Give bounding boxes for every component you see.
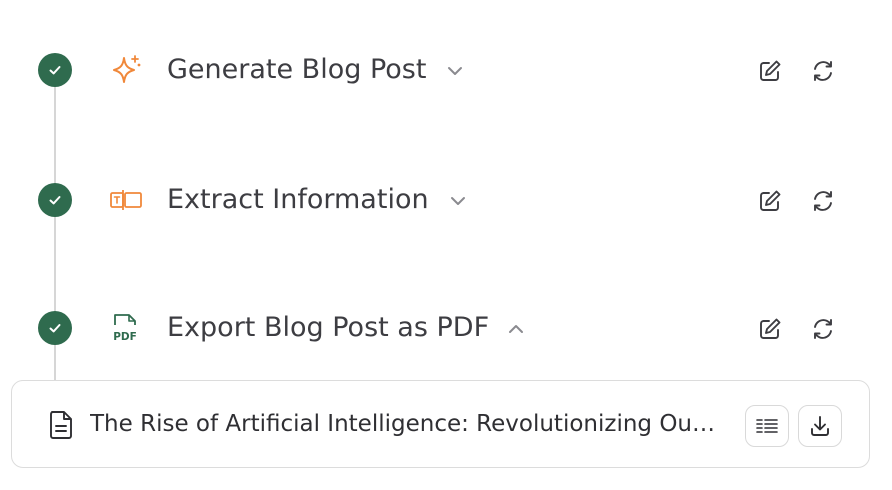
output-file-card[interactable]: The Rise of Artificial Intelligence: Rev… xyxy=(11,380,870,468)
download-button[interactable] xyxy=(798,405,842,447)
text-extract-icon xyxy=(108,183,144,219)
workflow-steps: Generate Blog Post Extract Information P… xyxy=(0,0,892,490)
edit-icon xyxy=(760,60,781,81)
step-title: Export Blog Post as PDF xyxy=(167,312,490,343)
step-complete-check-icon xyxy=(38,311,72,345)
preview-button[interactable] xyxy=(745,405,789,447)
document-icon xyxy=(46,409,76,441)
chevron-up-icon[interactable] xyxy=(505,318,527,340)
chevron-down-icon[interactable] xyxy=(447,190,469,212)
pdf-file-icon: PDF xyxy=(108,311,144,347)
pdf-icon-label: PDF xyxy=(113,331,137,343)
step-complete-check-icon xyxy=(38,183,72,217)
step-generate-blog-post: Generate Blog Post xyxy=(0,40,892,100)
regenerate-button[interactable] xyxy=(808,56,838,86)
refresh-icon xyxy=(814,191,832,211)
refresh-icon xyxy=(814,61,832,81)
step-complete-check-icon xyxy=(38,53,72,87)
edit-button[interactable] xyxy=(755,186,785,216)
step-title: Extract Information xyxy=(167,184,429,215)
step-export-blog-post-pdf: PDF Export Blog Post as PDF xyxy=(0,298,892,358)
refresh-icon xyxy=(814,319,832,339)
step-title: Generate Blog Post xyxy=(167,54,427,85)
chevron-down-icon[interactable] xyxy=(444,60,466,82)
edit-button[interactable] xyxy=(755,314,785,344)
edit-button[interactable] xyxy=(755,56,785,86)
regenerate-button[interactable] xyxy=(808,314,838,344)
edit-icon xyxy=(760,190,781,211)
regenerate-button[interactable] xyxy=(808,186,838,216)
download-icon xyxy=(811,416,829,436)
sparkle-icon xyxy=(108,53,144,89)
step-extract-information: Extract Information xyxy=(0,170,892,230)
file-title[interactable]: The Rise of Artificial Intelligence: Rev… xyxy=(90,407,720,441)
preview-icon xyxy=(756,419,778,433)
edit-icon xyxy=(760,318,781,339)
